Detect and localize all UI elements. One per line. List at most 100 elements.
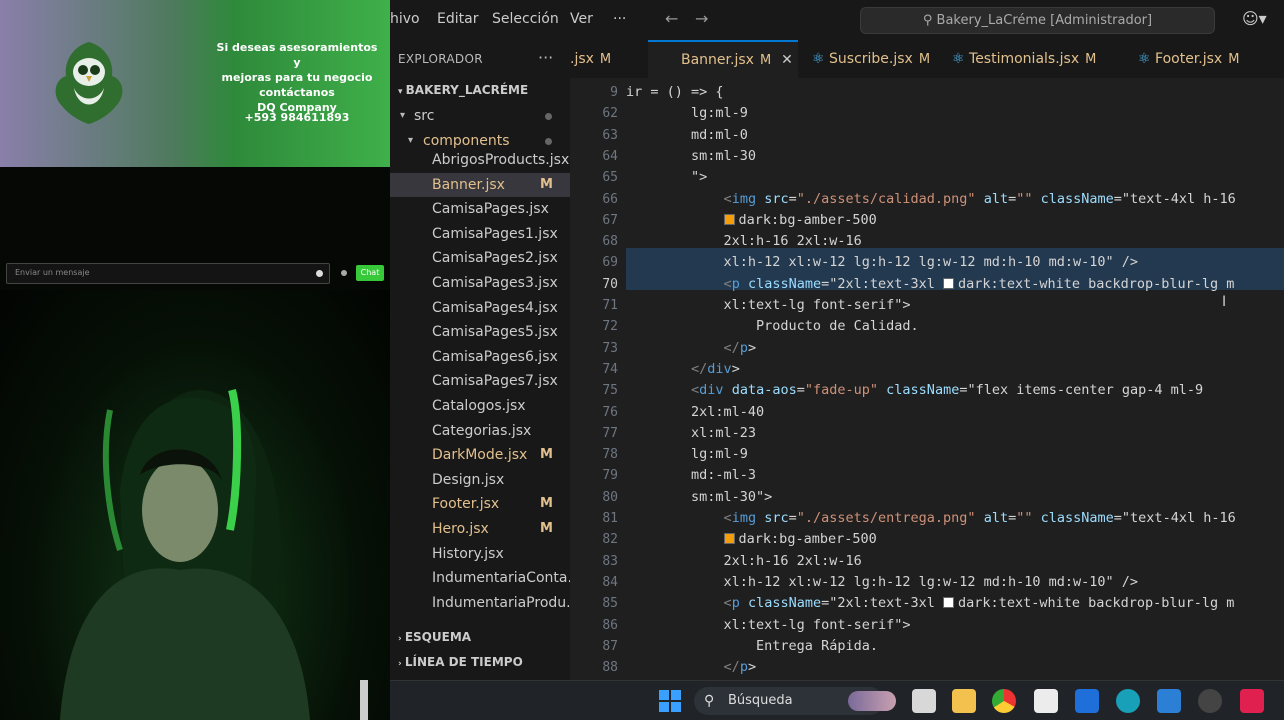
menu-seleccion[interactable]: Selección bbox=[492, 11, 559, 27]
back-arrow-icon[interactable]: ← bbox=[665, 9, 678, 28]
task-view-icon[interactable] bbox=[912, 689, 936, 713]
file-name: CamisaPages5.jsx bbox=[432, 324, 558, 341]
settings-gear-icon[interactable] bbox=[1198, 689, 1222, 713]
tiktok-icon[interactable] bbox=[1240, 689, 1264, 713]
file-explorer-icon[interactable] bbox=[952, 689, 976, 713]
project-folder[interactable]: ▾ BAKERY_LACRÉME bbox=[398, 83, 528, 97]
code-line[interactable]: Producto de Calidad. bbox=[626, 316, 919, 337]
file-item[interactable]: History.jsx bbox=[390, 542, 570, 566]
close-icon[interactable]: ✕ bbox=[781, 52, 793, 68]
file-item[interactable]: CamisaPages2.jsx bbox=[390, 246, 570, 270]
file-item[interactable]: IndumentariaConta... bbox=[390, 566, 570, 590]
code-line[interactable]: xl:text-lg font-serif"> bbox=[626, 295, 911, 316]
windows-taskbar: ⚲ Búsqueda bbox=[390, 680, 1284, 720]
file-item[interactable]: Banner.jsx M bbox=[390, 172, 570, 197]
code-editor[interactable]: 9 ir = () => {62 lg:ml-9 63 md:ml-0 64 sm:m… bbox=[570, 78, 1284, 680]
menu-archivo[interactable]: hivo bbox=[390, 11, 420, 27]
menu-more[interactable]: ··· bbox=[613, 11, 626, 27]
file-item[interactable]: CamisaPages7.jsx bbox=[390, 369, 570, 393]
code-line[interactable]: Entrega Rápida. bbox=[626, 636, 878, 657]
code-line[interactable]: </p> bbox=[626, 657, 757, 678]
outlook-icon[interactable] bbox=[1075, 689, 1099, 713]
tab-banner[interactable]: Banner.jsx M ✕ bbox=[648, 40, 798, 78]
vscode-icon[interactable] bbox=[1157, 689, 1181, 713]
tab-prev-file[interactable]: .jsx M bbox=[570, 40, 640, 78]
file-name: CamisaPages6.jsx bbox=[432, 348, 558, 365]
store-icon[interactable] bbox=[1034, 689, 1058, 713]
code-line[interactable]: </div> bbox=[626, 359, 740, 380]
tab-testimonials[interactable]: ⚛ Testimonials.jsx M bbox=[952, 40, 1096, 78]
chevron-right-icon: › bbox=[398, 634, 405, 644]
file-item[interactable]: Design.jsx bbox=[390, 468, 570, 492]
file-item[interactable]: AbrigosProducts.jsx bbox=[390, 148, 570, 172]
code-line[interactable]: sm:ml-30"> bbox=[626, 487, 772, 508]
promo-text: Si deseas asesoramientos y mejoras para … bbox=[212, 40, 382, 115]
timeline-section[interactable]: › LÍNEA DE TIEMPO bbox=[398, 655, 523, 669]
file-item[interactable]: Hero.jsx M bbox=[390, 517, 570, 541]
code-line[interactable]: <img src="./assets/entrega.png" alt="" c… bbox=[626, 508, 1236, 529]
promo-line-1: Si deseas asesoramientos y bbox=[216, 41, 378, 69]
forward-arrow-icon[interactable]: → bbox=[695, 9, 708, 28]
file-item[interactable]: CamisaPages3.jsx bbox=[390, 271, 570, 295]
tab-suscribe[interactable]: ⚛ Suscribe.jsx M bbox=[812, 40, 930, 78]
code-line[interactable]: ir = () => { bbox=[626, 82, 724, 103]
code-line[interactable]: xl:h-12 xl:w-12 lg:h-12 lg:w-12 md:h-10 … bbox=[626, 572, 1139, 593]
tab-modified-flag: M bbox=[759, 53, 772, 68]
code-line[interactable]: 2xl:h-16 2xl:w-16 bbox=[626, 231, 862, 252]
menu-ver[interactable]: Ver bbox=[570, 11, 593, 27]
code-line[interactable]: xl:h-12 xl:w-12 lg:h-12 lg:w-12 md:h-10 … bbox=[626, 252, 1139, 273]
chat-input[interactable]: Enviar un mensaje bbox=[6, 263, 330, 284]
vscode-window: hivo Editar Selección Ver ··· ← → ⚲ Bake… bbox=[390, 0, 1284, 720]
code-line[interactable]: sm:ml-30 bbox=[626, 146, 756, 167]
chat-settings-icon[interactable] bbox=[341, 270, 347, 276]
promo-banner: Si deseas asesoramientos y mejoras para … bbox=[0, 0, 390, 167]
edge-icon[interactable] bbox=[1116, 689, 1140, 713]
code-line[interactable]: "> bbox=[626, 167, 707, 188]
file-item[interactable]: CamisaPages4.jsx bbox=[390, 296, 570, 320]
file-item[interactable]: CamisaPages1.jsx bbox=[390, 222, 570, 246]
code-line[interactable]: xl:text-lg font-serif"> bbox=[626, 615, 911, 636]
code-line[interactable]: md:-ml-3 bbox=[626, 465, 756, 486]
chrome-icon[interactable] bbox=[992, 689, 1016, 713]
file-item[interactable]: Catalogos.jsx bbox=[390, 394, 570, 418]
more-actions-icon[interactable]: ··· bbox=[538, 48, 553, 67]
folder-src[interactable]: ▾ src bbox=[390, 104, 570, 128]
chat-send-button[interactable]: Chat bbox=[356, 265, 384, 281]
file-item[interactable]: CamisaPages5.jsx bbox=[390, 320, 570, 344]
file-item[interactable]: Categorias.jsx bbox=[390, 419, 570, 443]
emote-icon[interactable] bbox=[316, 270, 323, 277]
line-number: 79 bbox=[602, 468, 618, 484]
code-line[interactable]: 2xl:ml-40 bbox=[626, 402, 764, 423]
code-line[interactable]: 2xl:h-16 2xl:w-16 bbox=[626, 551, 862, 572]
menu-editar[interactable]: Editar bbox=[437, 11, 478, 27]
code-line[interactable]: md:ml-0 bbox=[626, 125, 748, 146]
code-line[interactable]: <p className="2xl:text-3xl dark:text-whi… bbox=[626, 274, 1235, 295]
code-line[interactable]: dark:bg-amber-500 bbox=[626, 210, 877, 231]
tab-label: Testimonials.jsx bbox=[969, 51, 1080, 67]
file-item[interactable]: Footer.jsx M bbox=[390, 492, 570, 516]
code-line[interactable]: <img src="./assets/calidad.png" alt="" c… bbox=[626, 189, 1236, 210]
line-number: 86 bbox=[602, 617, 618, 633]
command-center-search[interactable]: ⚲ Bakery_LaCréme [Administrador] bbox=[860, 7, 1215, 34]
file-name: CamisaPages.jsx bbox=[432, 201, 549, 218]
copilot-icon[interactable]: ☺▾ bbox=[1242, 9, 1267, 28]
tab-footer[interactable]: ⚛ Footer.jsx M bbox=[1138, 40, 1239, 78]
file-item[interactable]: CamisaPages.jsx bbox=[390, 197, 570, 221]
code-line[interactable]: lg:ml-9 bbox=[626, 103, 748, 124]
code-line[interactable]: <div data-aos="fade-up" className="flex … bbox=[626, 380, 1203, 401]
windows-start-icon[interactable] bbox=[658, 689, 682, 713]
outline-section[interactable]: › ESQUEMA bbox=[398, 630, 471, 644]
promo-line-2: mejoras para tu negocio bbox=[221, 71, 373, 84]
file-item[interactable]: IndumentariaProdu... bbox=[390, 591, 570, 615]
file-item[interactable]: DarkMode.jsx M bbox=[390, 443, 570, 467]
webcam-person-image bbox=[60, 388, 368, 720]
code-line[interactable]: <p className="2xl:text-3xl dark:text-whi… bbox=[626, 593, 1235, 614]
file-item[interactable]: CamisaPages6.jsx bbox=[390, 345, 570, 369]
code-line[interactable]: xl:ml-23 bbox=[626, 423, 756, 444]
line-number: 77 bbox=[602, 425, 618, 441]
code-line[interactable]: </p> bbox=[626, 338, 757, 359]
promo-line-3: contáctanos bbox=[259, 86, 335, 99]
search-highlight-icon[interactable] bbox=[848, 691, 896, 711]
code-line[interactable]: lg:ml-9 bbox=[626, 444, 748, 465]
code-line[interactable]: dark:bg-amber-500 bbox=[626, 529, 877, 550]
